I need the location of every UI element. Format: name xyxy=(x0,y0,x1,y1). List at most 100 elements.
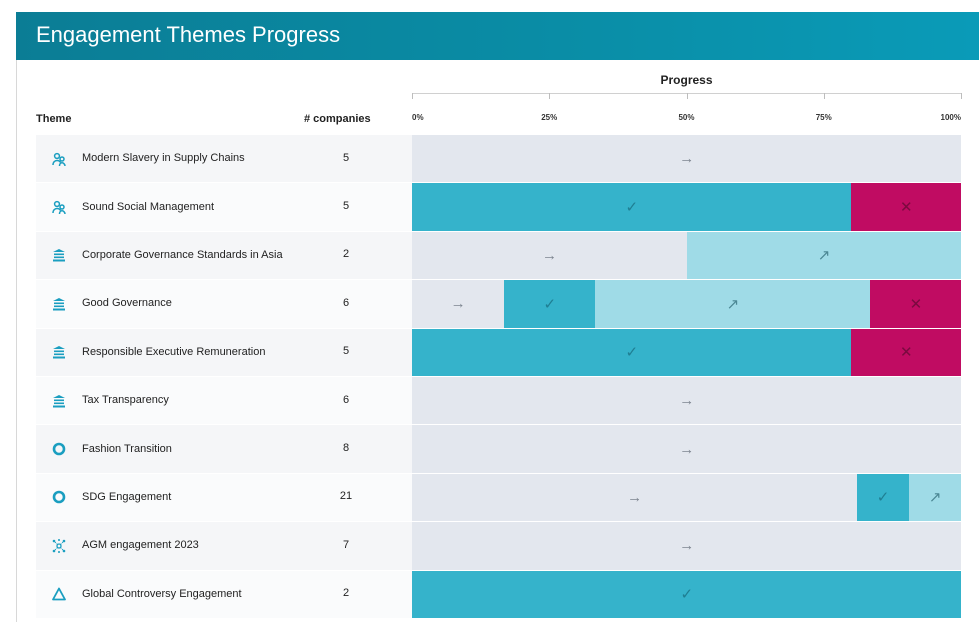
institution-icon xyxy=(50,295,68,313)
companies-count: 5 xyxy=(342,151,350,164)
status-achieved-icon: ✓ xyxy=(876,489,890,507)
triangle-icon xyxy=(50,585,68,603)
people-icon xyxy=(50,198,68,216)
progress-segment-achieved[interactable]: ✓ xyxy=(412,183,852,231)
theme-name: Fashion Transition xyxy=(82,442,172,455)
theme-name: SDG Engagement xyxy=(82,490,172,503)
status-achieved-icon: ✓ xyxy=(543,295,557,313)
progress-bar-track: → xyxy=(412,377,961,425)
progress-bar-track: → xyxy=(412,425,961,473)
theme-row[interactable]: Corporate Governance Standards in Asia 2 →… xyxy=(36,231,979,280)
theme-row[interactable]: Responsible Executive Remuneration 5 ✓ ✕ xyxy=(36,328,979,376)
axis-tick-label: 0% xyxy=(412,113,424,122)
companies-count: 5 xyxy=(342,345,350,358)
status-failed-icon: ✕ xyxy=(909,295,923,313)
theme-name: Sound Social Management xyxy=(82,200,215,213)
companies-count: 8 xyxy=(342,442,350,455)
axis-tick-label: 25% xyxy=(541,113,558,122)
progress-segment-open[interactable]: → xyxy=(412,135,961,183)
axis-tick xyxy=(549,93,551,99)
title-banner: Engagement Themes Progress xyxy=(16,12,979,60)
axis-tick-label: 100% xyxy=(940,113,961,122)
theme-name: AGM engagement 2023 xyxy=(82,539,199,552)
progress-segment-achieved[interactable]: ✓ xyxy=(856,473,910,522)
theme-row[interactable]: Global Controversy Engagement 2 ✓ xyxy=(36,570,979,618)
status-in-progress-icon: ↗ xyxy=(726,295,740,313)
companies-count: 2 xyxy=(342,248,350,261)
progress-segment-open[interactable]: → xyxy=(412,473,858,522)
theme-row[interactable]: Sound Social Management 5 ✓ ✕ xyxy=(36,183,979,231)
progress-bar-track: → xyxy=(412,135,961,183)
theme-name: Corporate Governance Standards in Asia xyxy=(82,248,283,261)
panel-border xyxy=(16,60,17,622)
theme-row[interactable]: Fashion Transition 8 → xyxy=(36,425,979,473)
status-open-icon: → xyxy=(679,392,695,410)
progress-segment-failed[interactable]: ✕ xyxy=(851,328,961,376)
progress-axis-title: Progress xyxy=(660,73,713,87)
companies-count: 5 xyxy=(342,200,350,213)
ring-icon xyxy=(50,440,68,458)
companies-count: 7 xyxy=(342,538,350,551)
progress-segment-failed[interactable]: ✕ xyxy=(869,280,961,328)
progress-segment-in-progress[interactable]: ↗ xyxy=(686,231,961,280)
progress-segment-in-progress[interactable]: ↗ xyxy=(908,473,961,522)
status-failed-icon: ✕ xyxy=(900,344,913,362)
theme-column-header: Theme xyxy=(36,113,72,125)
institution-icon xyxy=(50,343,68,361)
status-in-progress-icon: ↗ xyxy=(817,247,831,265)
progress-bar-track: → ✓ ↗ xyxy=(412,473,961,522)
theme-name: Good Governance xyxy=(82,297,172,310)
status-open-icon: → xyxy=(679,537,695,555)
axis-tick-label: 75% xyxy=(815,113,832,122)
people-icon xyxy=(50,150,68,168)
progress-segment-achieved[interactable]: ✓ xyxy=(503,280,596,328)
status-open-icon: → xyxy=(627,488,643,506)
companies-count: 6 xyxy=(342,296,350,309)
axis-tick xyxy=(686,93,688,99)
institution-icon xyxy=(50,392,68,410)
progress-bar-track: → ✓ ↗ ✕ xyxy=(412,280,961,328)
axis-tick-label: 50% xyxy=(678,113,695,122)
theme-row[interactable]: AGM engagement 2023 7 → xyxy=(36,522,979,570)
progress-bar-track: ✓ ✕ xyxy=(412,183,961,231)
theme-name: Responsible Executive Remuneration xyxy=(82,345,266,358)
axis-tick xyxy=(823,93,825,99)
axis-tick xyxy=(961,93,962,99)
progress-segment-open[interactable]: → xyxy=(412,425,961,473)
theme-row[interactable]: Tax Transparency 6 → xyxy=(36,377,979,425)
theme-row[interactable]: Good Governance 6 → ✓ ↗ ✕ xyxy=(36,280,979,328)
status-achieved-icon: ✓ xyxy=(625,344,639,362)
companies-column-header: # companies xyxy=(304,113,371,125)
status-achieved-icon: ✓ xyxy=(680,586,694,604)
theme-row[interactable]: Modern Slavery in Supply Chains 5 → xyxy=(36,135,979,183)
progress-segment-open[interactable]: → xyxy=(412,280,505,328)
status-open-icon: → xyxy=(542,246,557,264)
progress-segment-achieved[interactable]: ✓ xyxy=(412,328,852,376)
progress-bar-track: ✓ ✕ xyxy=(412,328,961,376)
theme-row[interactable]: SDG Engagement 21 → ✓ ↗ xyxy=(36,473,979,522)
ring-icon xyxy=(50,488,68,506)
progress-segment-in-progress[interactable]: ↗ xyxy=(595,280,871,328)
page-title: Engagement Themes Progress xyxy=(36,22,341,47)
progress-segment-open[interactable]: → xyxy=(412,522,961,570)
network-icon xyxy=(50,537,68,555)
companies-count: 21 xyxy=(339,490,353,503)
progress-segment-open[interactable]: → xyxy=(412,231,687,280)
status-achieved-icon: ✓ xyxy=(625,199,639,217)
progress-segment-achieved[interactable]: ✓ xyxy=(412,570,961,618)
status-open-icon: → xyxy=(450,295,466,313)
progress-bar-track: → ↗ xyxy=(412,231,961,280)
status-in-progress-icon: ↗ xyxy=(928,489,942,507)
progress-segment-open[interactable]: → xyxy=(412,377,961,425)
axis-tick xyxy=(412,93,413,99)
institution-icon xyxy=(50,246,68,264)
status-open-icon: → xyxy=(679,150,695,168)
progress-segment-failed[interactable]: ✕ xyxy=(851,183,961,231)
progress-bar-track: ✓ xyxy=(412,570,961,618)
theme-name: Tax Transparency xyxy=(82,394,169,407)
companies-count: 6 xyxy=(342,393,350,406)
theme-name: Global Controversy Engagement xyxy=(82,587,242,600)
status-open-icon: → xyxy=(679,440,695,458)
progress-bar-track: → xyxy=(412,522,961,570)
theme-name: Modern Slavery in Supply Chains xyxy=(82,152,245,165)
